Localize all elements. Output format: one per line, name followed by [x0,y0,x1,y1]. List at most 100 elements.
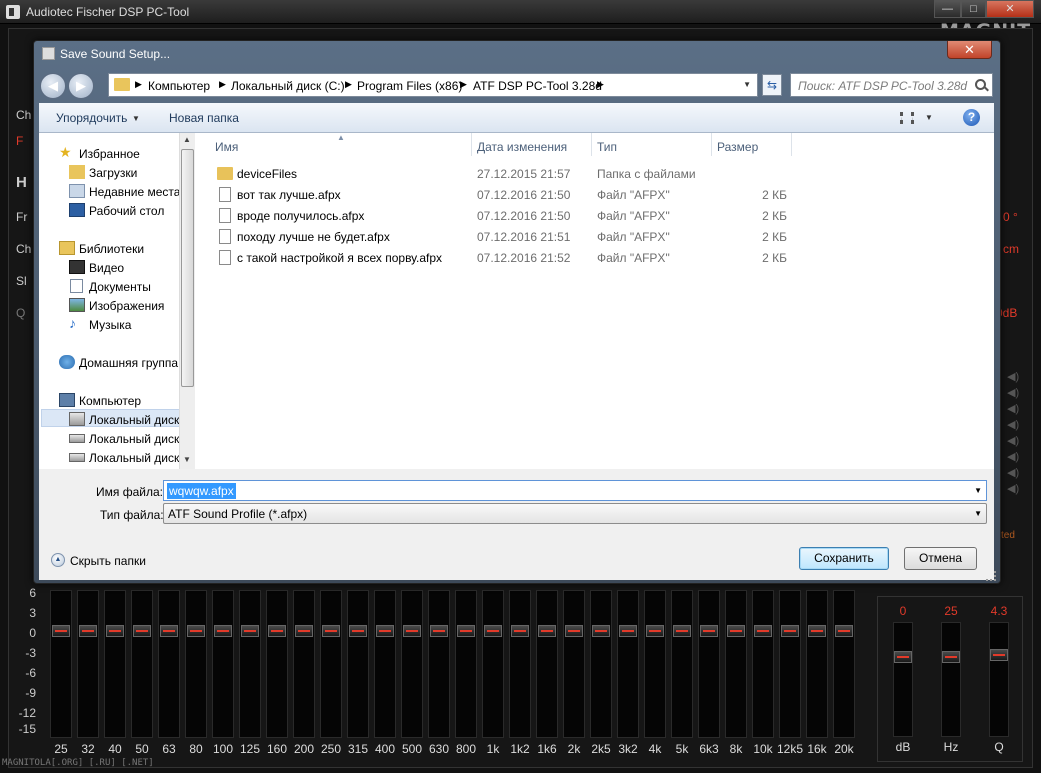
slider-knob[interactable] [52,625,70,637]
slider-knob[interactable] [565,625,583,637]
new-folder-button[interactable]: Новая папка [169,111,239,125]
close-button[interactable]: ✕ [986,0,1034,18]
eq-band-slider[interactable] [320,590,342,738]
resize-grip[interactable] [986,571,996,581]
column-header-size[interactable]: Размер [717,140,758,154]
chevron-down-icon[interactable]: ▼ [974,486,982,495]
hide-folders-button[interactable]: Скрыть папки [70,554,146,568]
file-name-value[interactable]: wqwqw.afpx [167,483,236,499]
slider-knob[interactable] [106,625,124,637]
eq-band-slider[interactable] [455,590,477,738]
forward-button[interactable]: ▶ [68,73,94,99]
slider-knob[interactable] [619,625,637,637]
chevron-right-icon[interactable]: ▶ [345,79,352,90]
nav-local-disk[interactable]: Локальный диск [89,432,179,446]
eq-band-slider[interactable] [77,590,99,738]
search-input[interactable]: Поиск: ATF DSP PC-Tool 3.28d [790,73,993,97]
eq-band-slider[interactable] [563,590,585,738]
nav-scrollbar[interactable]: ▲ ▼ [179,133,195,469]
breadcrumb-item[interactable]: Компьютер [148,79,210,93]
file-row[interactable]: с такой настройкой я всех порву.afpx 07.… [207,248,994,269]
eq-band-slider[interactable] [131,590,153,738]
speaker-icon[interactable]: ◀) [1007,434,1021,447]
nav-homegroup[interactable]: Домашняя группа [79,356,178,370]
slider-knob[interactable] [349,625,367,637]
search-icon[interactable] [975,79,986,90]
organize-button[interactable]: Упорядочить [56,111,127,125]
q-slider[interactable] [989,622,1009,737]
scrollbar-thumb[interactable] [181,149,194,387]
nav-downloads[interactable]: Загрузки [89,166,137,180]
refresh-button[interactable]: ⇆ [762,74,782,96]
eq-band-slider[interactable] [509,590,531,738]
nav-computer[interactable]: Компьютер [79,394,141,408]
eq-band-slider[interactable] [212,590,234,738]
eq-band-slider[interactable] [50,590,72,738]
chevron-right-icon[interactable]: ▶ [460,79,467,90]
eq-band-slider[interactable] [725,590,747,738]
nav-recent[interactable]: Недавние места [89,185,180,199]
cancel-button[interactable]: Отмена [904,547,977,570]
column-header-name[interactable]: Имя [215,140,238,154]
slider-knob[interactable] [79,625,97,637]
column-divider[interactable] [791,133,792,156]
slider-knob[interactable] [133,625,151,637]
slider-knob[interactable] [160,625,178,637]
nav-desktop[interactable]: Рабочий стол [89,204,164,218]
eq-band-slider[interactable] [293,590,315,738]
eq-band-slider[interactable] [158,590,180,738]
nav-documents[interactable]: Документы [89,280,151,294]
scroll-down-icon[interactable]: ▼ [183,455,191,464]
chevron-right-icon[interactable]: ▶ [135,79,142,90]
slider-knob[interactable] [646,625,664,637]
slider-knob[interactable] [430,625,448,637]
chevron-down-icon[interactable]: ▼ [974,509,982,518]
view-options-icon[interactable] [900,112,914,124]
speaker-icon[interactable]: ◀) [1007,482,1021,495]
file-type-select[interactable]: ATF Sound Profile (*.afpx) ▼ [163,503,987,524]
file-row[interactable]: вроде получилось.afpx 07.12.2016 21:50 Ф… [207,206,994,227]
eq-band-slider[interactable] [644,590,666,738]
freq-slider[interactable] [941,622,961,737]
eq-band-slider[interactable] [698,590,720,738]
slider-knob[interactable] [700,625,718,637]
help-icon[interactable]: ? [963,109,980,126]
chevron-up-icon[interactable]: ▲ [51,553,65,567]
speaker-icon[interactable]: ◀) [1007,386,1021,399]
eq-band-slider[interactable] [347,590,369,738]
back-button[interactable]: ◀ [40,73,66,99]
nav-favorites[interactable]: Избранное [79,147,140,161]
file-name-input[interactable]: wqwqw.afpx ▼ [163,480,987,501]
slider-knob[interactable] [457,625,475,637]
file-row[interactable]: deviceFiles 27.12.2015 21:57 Папка с фай… [207,164,994,185]
eq-band-slider[interactable] [185,590,207,738]
speaker-icon[interactable]: ◀) [1007,402,1021,415]
speaker-icon[interactable]: ◀) [1007,418,1021,431]
nav-local-disk[interactable]: Локальный диск [89,413,179,427]
file-row[interactable]: вот так лучше.afpx 07.12.2016 21:50 Файл… [207,185,994,206]
slider-knob[interactable] [990,649,1008,661]
maximize-button[interactable]: □ [961,0,986,18]
eq-band-slider[interactable] [104,590,126,738]
chevron-right-icon[interactable]: ▶ [219,79,226,90]
eq-band-slider[interactable] [833,590,855,738]
breadcrumb-item[interactable]: Локальный диск (C:) [231,79,345,93]
slider-knob[interactable] [187,625,205,637]
breadcrumb-item[interactable]: Program Files (x86) [357,79,462,93]
slider-knob[interactable] [754,625,772,637]
slider-knob[interactable] [894,651,912,663]
chevron-down-icon[interactable]: ▼ [132,114,140,123]
eq-band-slider[interactable] [671,590,693,738]
nav-local-disk[interactable]: Локальный диск [89,451,179,465]
eq-band-slider[interactable] [428,590,450,738]
chevron-down-icon[interactable]: ▼ [925,113,933,122]
speaker-icon[interactable]: ◀) [1007,466,1021,479]
eq-band-slider[interactable] [239,590,261,738]
breadcrumb-item[interactable]: ATF DSP PC-Tool 3.28d [473,79,602,93]
slider-knob[interactable] [942,651,960,663]
eq-band-slider[interactable] [590,590,612,738]
slider-knob[interactable] [673,625,691,637]
column-divider[interactable] [471,133,472,156]
minimize-button[interactable]: — [934,0,961,18]
eq-band-slider[interactable] [374,590,396,738]
